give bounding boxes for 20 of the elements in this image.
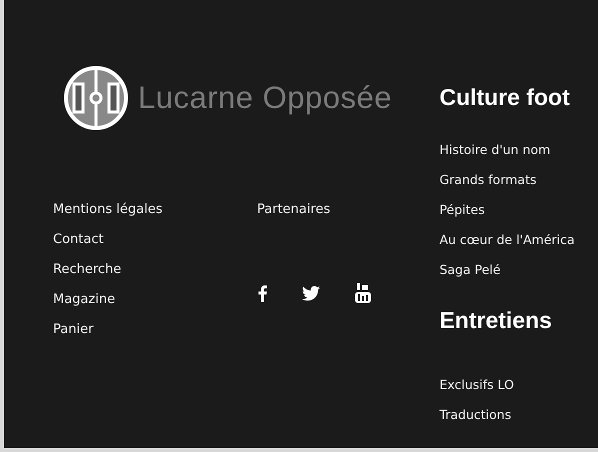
footer-link[interactable]: Pépites xyxy=(439,201,598,219)
footer-link[interactable]: Histoire d'un nom xyxy=(439,141,598,159)
football-pitch-icon[interactable] xyxy=(64,66,128,130)
section-heading: Entretiens xyxy=(439,307,553,333)
footer-link[interactable]: Panier xyxy=(53,321,257,339)
section-heading: Culture foot xyxy=(439,84,571,110)
footer-link[interactable]: Traductions xyxy=(439,406,598,424)
footer-link[interactable]: Contact xyxy=(53,231,257,249)
footer-link[interactable]: Grands formats xyxy=(439,171,598,189)
footer-link[interactable]: Mentions légales xyxy=(53,201,257,219)
footer-link[interactable]: Au cœur de l'América xyxy=(439,231,598,249)
footer-link[interactable]: Partenaires xyxy=(257,201,371,219)
site-logo-text[interactable]: Lucarne Opposée xyxy=(138,80,392,116)
footer-link[interactable]: Magazine xyxy=(53,291,257,309)
footer-link[interactable]: Exclusifs LO xyxy=(439,376,598,394)
video-logo-icon[interactable] xyxy=(355,283,371,303)
facebook-icon[interactable] xyxy=(258,284,267,302)
footer-link[interactable]: Recherche xyxy=(53,261,257,279)
footer-link[interactable]: Saga Pelé xyxy=(439,261,598,279)
bird-icon[interactable] xyxy=(302,286,320,300)
